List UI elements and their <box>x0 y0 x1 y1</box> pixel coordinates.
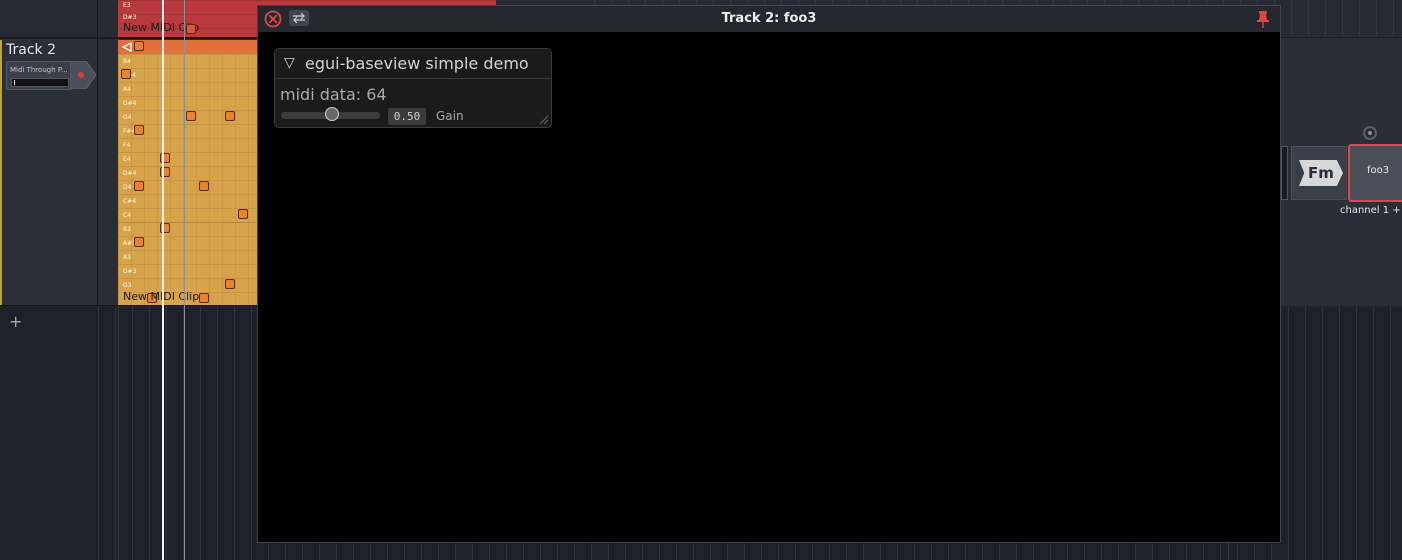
note-label: G#4 <box>123 100 137 107</box>
midi-note[interactable] <box>238 209 248 219</box>
midi-data-readout: midi data: 64 <box>280 85 387 104</box>
note-label: E3 <box>123 2 131 9</box>
midi-input-label: Midi Through P... <box>10 66 68 74</box>
plugin-knob-icon[interactable] <box>1363 126 1377 140</box>
note-label: G3 <box>123 282 132 289</box>
note-label: D#4 <box>123 170 137 177</box>
record-arm-icon[interactable] <box>78 72 84 78</box>
note-label: D4 <box>123 184 132 191</box>
note-label: B4 <box>123 58 131 65</box>
playhead[interactable] <box>162 0 164 560</box>
track-header-panel: Track 2 Midi Through P... <box>0 0 98 306</box>
midi-note[interactable] <box>134 41 144 51</box>
collapse-triangle-icon[interactable]: ▽ <box>284 55 295 71</box>
foo3-plugin-label[interactable]: foo3 <box>1367 165 1389 176</box>
note-label: A4 <box>123 86 131 93</box>
midi-clip-main[interactable] <box>118 54 257 306</box>
gain-value-field[interactable]: 0.50 <box>388 108 426 125</box>
midi-note[interactable] <box>186 111 196 121</box>
midi-note[interactable] <box>199 181 209 191</box>
midi-note[interactable] <box>199 293 209 303</box>
add-track-button[interactable]: + <box>9 314 22 330</box>
egui-panel-header[interactable]: ▽ egui-baseview simple demo <box>275 49 551 79</box>
note-label: D#3 <box>123 14 137 21</box>
note-label: E4 <box>123 156 131 163</box>
channel-label: channel 1 + 2 <box>1340 205 1402 216</box>
note-label: C4 <box>123 212 132 219</box>
midi-input-selector[interactable]: Midi Through P... <box>6 61 72 90</box>
note-label: A3 <box>123 254 131 261</box>
midi-note[interactable] <box>134 181 144 191</box>
egui-demo-panel: ▽ egui-baseview simple demo midi data: 6… <box>274 48 552 128</box>
fm-device-label[interactable]: Fm <box>1299 160 1343 186</box>
track-name[interactable]: Track 2 <box>6 42 56 58</box>
note-label: G#3 <box>123 268 137 275</box>
loop-marker-line <box>184 0 185 560</box>
device-slot[interactable] <box>1281 146 1288 200</box>
plugin-window: Track 2: foo3 ▽ egui-baseview simple dem… <box>257 5 1281 543</box>
midi-note[interactable] <box>134 125 144 135</box>
note-label: B3 <box>123 226 131 233</box>
note-label: C#4 <box>123 198 137 205</box>
midi-note[interactable] <box>121 69 131 79</box>
resize-grip-icon[interactable] <box>539 115 549 125</box>
note-label: F4 <box>123 142 131 149</box>
midi-input-meter <box>11 78 69 87</box>
egui-panel-title[interactable]: egui-baseview simple demo <box>305 54 529 73</box>
midi-note[interactable] <box>134 237 144 247</box>
plugin-window-title: Track 2: foo3 <box>721 11 817 26</box>
clip-loop-start-icon[interactable] <box>122 42 132 52</box>
gain-label: Gain <box>436 109 464 123</box>
note-label: G4 <box>123 114 132 121</box>
midi-note[interactable] <box>186 24 196 34</box>
midi-note[interactable] <box>225 279 235 289</box>
plugin-window-titlebar[interactable]: Track 2: foo3 <box>258 6 1280 32</box>
gain-slider-handle[interactable] <box>324 107 339 121</box>
midi-note[interactable] <box>225 111 235 121</box>
pin-icon[interactable] <box>1256 10 1270 28</box>
